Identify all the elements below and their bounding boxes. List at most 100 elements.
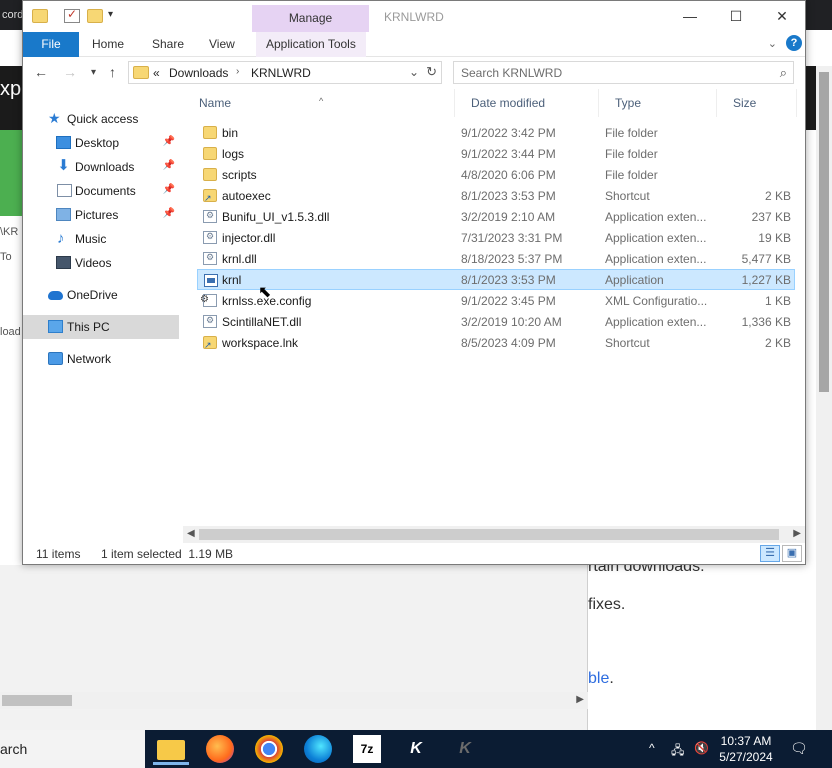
- breadcrumb-downloads[interactable]: Downloads: [169, 66, 228, 80]
- tab-application-tools[interactable]: Application Tools: [256, 32, 366, 57]
- ribbon-tabs: File Home Share View Application Tools ⌄…: [23, 32, 805, 57]
- table-row[interactable]: bin 9/1/2022 3:42 PM File folder: [197, 122, 795, 143]
- shortcut-icon: [203, 189, 217, 204]
- maximize-button[interactable]: ☐: [713, 1, 759, 32]
- file-type: XML Configuratio...: [605, 294, 708, 308]
- address-bar[interactable]: « Downloads › KRNLWRD ⌄ ↻: [128, 61, 442, 84]
- column-header-size[interactable]: Size: [717, 89, 797, 117]
- back-arrow-icon[interactable]: ←: [34, 64, 48, 80]
- folder-icon: [203, 168, 217, 181]
- tab-share[interactable]: Share: [142, 32, 194, 57]
- file-size: 1,227 KB: [741, 273, 791, 287]
- details-view-icon[interactable]: ☰: [760, 545, 780, 562]
- navigation-pane: ★ Quick access Desktop 📌 ⬇ Downloads 📌 D…: [23, 89, 183, 536]
- manage-tab[interactable]: Manage: [252, 5, 369, 32]
- krnl-alt-taskbar-icon[interactable]: K: [451, 735, 479, 763]
- table-row[interactable]: logs 9/1/2022 3:44 PM File folder: [197, 143, 795, 164]
- star-icon: ★: [48, 110, 61, 126]
- clock-date: 5/27/2024: [719, 750, 773, 764]
- file-name: bin: [222, 126, 239, 140]
- properties-icon[interactable]: [64, 7, 80, 23]
- help-icon[interactable]: ?: [786, 35, 802, 51]
- file-explorer-taskbar-icon[interactable]: [153, 740, 189, 765]
- breadcrumb-separator-icon[interactable]: ›: [236, 66, 239, 77]
- content-link[interactable]: ble: [588, 670, 609, 687]
- table-row[interactable]: krnl.dll 8/18/2023 5:37 PM Application e…: [197, 248, 795, 269]
- sidebar-item-desktop[interactable]: Desktop 📌: [23, 131, 179, 155]
- page-hscroll-right-arrow-icon[interactable]: ▶: [576, 694, 584, 705]
- taskbar-search[interactable]: arch: [0, 730, 145, 768]
- network-status-icon[interactable]: 🖧: [671, 741, 684, 762]
- file-type: Application: [605, 273, 664, 287]
- pictures-icon: [56, 208, 71, 221]
- column-header-type[interactable]: Type: [599, 89, 717, 117]
- application-icon: [204, 274, 218, 287]
- table-row[interactable]: autoexec 8/1/2023 3:53 PM Shortcut 2 KB: [197, 185, 795, 206]
- breadcrumb-krnlwrd[interactable]: KRNLWRD: [251, 66, 311, 80]
- sidebar-item-this-pc[interactable]: This PC: [23, 315, 179, 339]
- new-folder-icon[interactable]: [87, 9, 103, 23]
- 7zip-taskbar-icon[interactable]: 7z: [353, 735, 381, 763]
- table-row[interactable]: ScintillaNET.dll 3/2/2019 10:20 AM Appli…: [197, 311, 795, 332]
- address-dropdown-icon[interactable]: ⌄: [409, 65, 419, 79]
- sidebar-item-network[interactable]: Network: [23, 347, 179, 371]
- sidebar-item-quick-access[interactable]: ★ Quick access: [23, 107, 179, 131]
- system-clock[interactable]: 10:37 AM 5/27/2024: [715, 733, 777, 765]
- expand-ribbon-icon[interactable]: ⌄: [768, 37, 777, 50]
- taskbar: arch 7z K K ^ 🖧 🔇 10:37 AM 5/27/2024 🗨: [0, 730, 832, 768]
- table-row-selected[interactable]: krnl 8/1/2023 3:53 PM Application 1,227 …: [197, 269, 795, 290]
- pin-icon: 📌: [162, 136, 175, 147]
- table-row[interactable]: scripts 4/8/2020 6:06 PM File folder: [197, 164, 795, 185]
- column-header-name[interactable]: Name ^: [183, 89, 455, 117]
- dll-icon: [203, 210, 217, 223]
- close-button[interactable]: ✕: [759, 1, 805, 32]
- refresh-icon[interactable]: ↻: [426, 64, 437, 80]
- up-arrow-icon[interactable]: ↑: [109, 64, 116, 80]
- customize-toolbar-icon[interactable]: ▾: [108, 9, 113, 20]
- sidebar-item-videos[interactable]: Videos: [23, 251, 179, 275]
- edge-taskbar-icon[interactable]: [304, 735, 332, 763]
- search-box[interactable]: ⌕: [453, 61, 794, 84]
- scroll-right-icon[interactable]: ▶: [793, 528, 801, 539]
- notifications-icon[interactable]: 🗨: [790, 740, 808, 757]
- volume-muted-icon[interactable]: 🔇: [694, 741, 709, 755]
- search-input[interactable]: [455, 63, 765, 82]
- table-row[interactable]: injector.dll 7/31/2023 3:31 PM Applicati…: [197, 227, 795, 248]
- breadcrumb-overflow[interactable]: «: [153, 66, 160, 80]
- file-list-horizontal-scrollbar[interactable]: ◀ ▶: [183, 526, 805, 543]
- page-horizontal-scrollbar[interactable]: ▶: [0, 692, 588, 709]
- file-type: Application exten...: [605, 210, 707, 224]
- sidebar-item-pictures[interactable]: Pictures 📌: [23, 203, 179, 227]
- recent-locations-icon[interactable]: ▾: [91, 67, 96, 78]
- sidebar-item-onedrive[interactable]: OneDrive: [23, 283, 179, 307]
- large-icons-view-icon[interactable]: ▣: [782, 545, 802, 562]
- file-type: Application exten...: [605, 252, 707, 266]
- file-date: 8/1/2023 3:53 PM: [461, 189, 556, 203]
- page-left-fragment: load: [0, 326, 21, 338]
- scroll-left-icon[interactable]: ◀: [187, 528, 195, 539]
- table-row[interactable]: krnlss.exe.config 9/1/2022 3:45 PM XML C…: [197, 290, 795, 311]
- search-icon[interactable]: ⌕: [780, 65, 787, 81]
- sidebar-item-downloads[interactable]: ⬇ Downloads 📌: [23, 155, 179, 179]
- page-vertical-scrollbar[interactable]: [816, 66, 832, 730]
- column-header-date-modified[interactable]: Date modified: [455, 89, 599, 117]
- firefox-taskbar-icon[interactable]: [206, 735, 234, 763]
- status-bar: 11 items 1 item selected 1.19 MB ☰ ▣: [23, 543, 805, 564]
- page-hscroll-thumb[interactable]: [2, 695, 72, 706]
- minimize-button[interactable]: —: [667, 1, 713, 32]
- tab-file[interactable]: File: [23, 32, 79, 57]
- sidebar-item-documents[interactable]: Documents 📌: [23, 179, 179, 203]
- chrome-taskbar-icon[interactable]: [255, 735, 283, 763]
- page-vscroll-thumb[interactable]: [819, 72, 829, 392]
- table-row[interactable]: workspace.lnk 8/5/2023 4:09 PM Shortcut …: [197, 332, 795, 353]
- show-hidden-icons-icon[interactable]: ^: [649, 741, 655, 755]
- tab-home[interactable]: Home: [82, 32, 134, 57]
- scrollbar-thumb[interactable]: [199, 529, 779, 540]
- sidebar-item-music[interactable]: ♪ Music: [23, 227, 179, 251]
- forward-arrow-icon[interactable]: →: [63, 64, 77, 80]
- tab-view[interactable]: View: [199, 32, 245, 57]
- table-row[interactable]: Bunifu_UI_v1.5.3.dll 3/2/2019 2:10 AM Ap…: [197, 206, 795, 227]
- title-bar[interactable]: ▾ Manage KRNLWRD — ☐ ✕: [23, 1, 805, 32]
- file-list: Name ^ Date modified Type Size bin 9/1/2…: [183, 89, 805, 526]
- krnl-taskbar-icon[interactable]: K: [402, 735, 430, 763]
